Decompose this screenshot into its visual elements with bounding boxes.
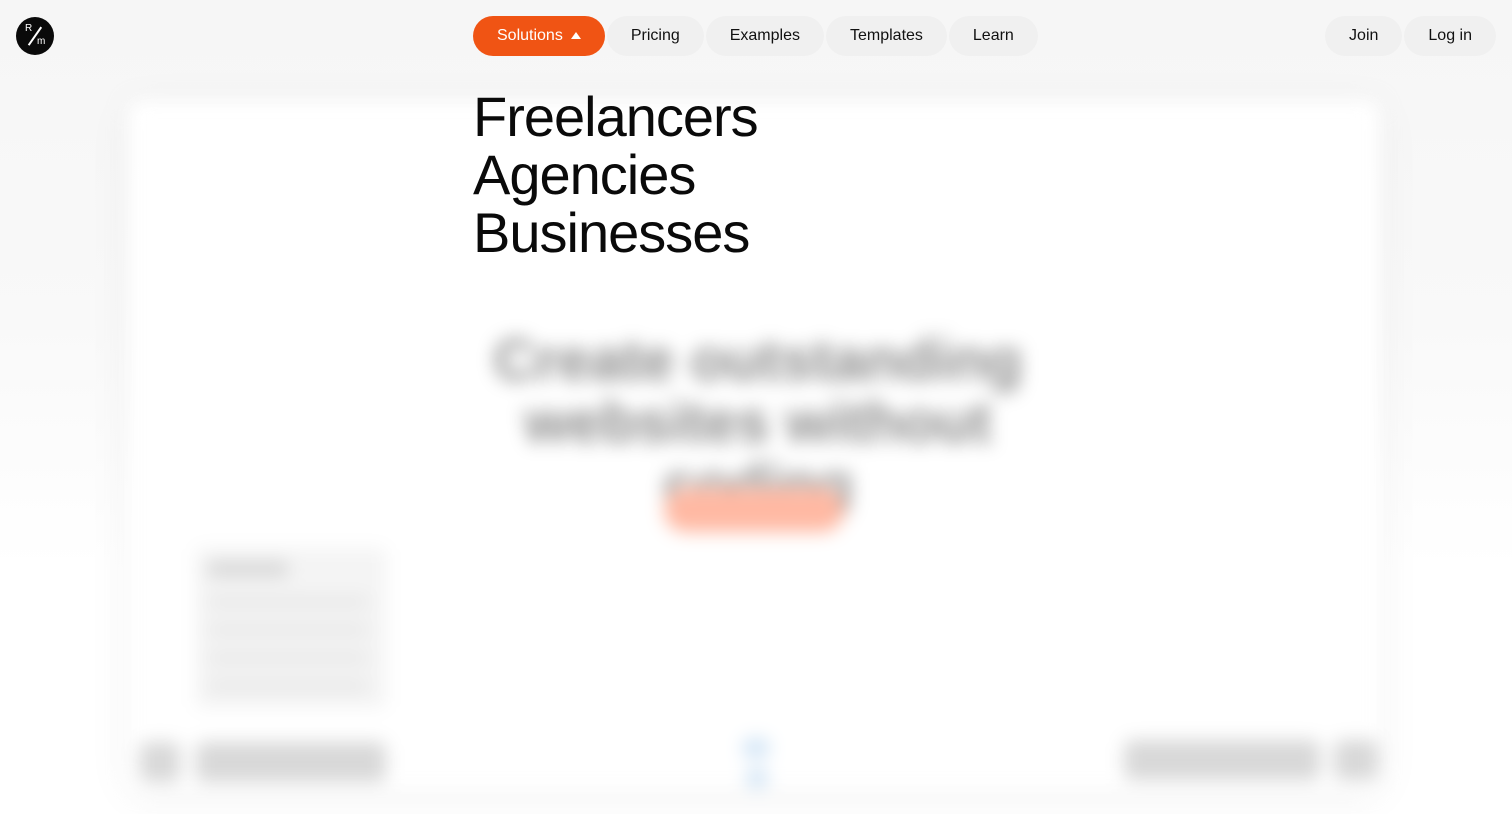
- preview-footer-dot: [746, 768, 768, 788]
- preview-panel-line: [208, 626, 368, 634]
- page: Create outstanding websites without codi…: [0, 0, 1512, 814]
- preview-cta-button: [664, 488, 844, 532]
- preview-headline: Create outstanding websites without codi…: [493, 328, 1023, 517]
- preview-panel-line: [208, 598, 368, 606]
- auth-nav: Join Log in: [1325, 16, 1496, 56]
- solutions-dropdown-menu: Freelancers Agencies Businesses: [473, 88, 759, 262]
- preview-footer-icon: [140, 742, 180, 782]
- menu-item-businesses[interactable]: Businesses: [473, 204, 758, 262]
- nav-solutions-label: Solutions: [497, 27, 563, 44]
- nav-templates-link[interactable]: Templates: [825, 16, 947, 56]
- logo-letter-top: R: [25, 23, 33, 34]
- menu-item-freelancers[interactable]: Freelancers: [473, 88, 759, 146]
- main-nav: Solutions Pricing Examples Templates Lea…: [473, 16, 1038, 56]
- login-button[interactable]: Log in: [1404, 16, 1496, 56]
- preview-panel-title: [208, 562, 288, 576]
- preview-panel-line: [208, 682, 368, 690]
- preview-panel: [196, 548, 386, 708]
- nav-pricing-link[interactable]: Pricing: [606, 16, 704, 56]
- menu-item-agencies[interactable]: Agencies: [473, 146, 758, 204]
- caret-up-icon: [570, 31, 581, 39]
- nav-solutions-button[interactable]: Solutions: [473, 16, 605, 56]
- join-button[interactable]: Join: [1325, 16, 1403, 56]
- nav-learn-link[interactable]: Learn: [948, 16, 1038, 56]
- nav-examples-link[interactable]: Examples: [705, 16, 824, 56]
- preview-footer-bar: [196, 742, 386, 782]
- preview-footer-bar: [1124, 740, 1320, 780]
- preview-footer-icon: [1334, 740, 1378, 780]
- logo-button[interactable]: R m: [16, 17, 54, 55]
- preview-footer-dot: [742, 738, 770, 758]
- logo-letter-bottom: m: [37, 36, 46, 47]
- preview-panel-line: [208, 654, 368, 662]
